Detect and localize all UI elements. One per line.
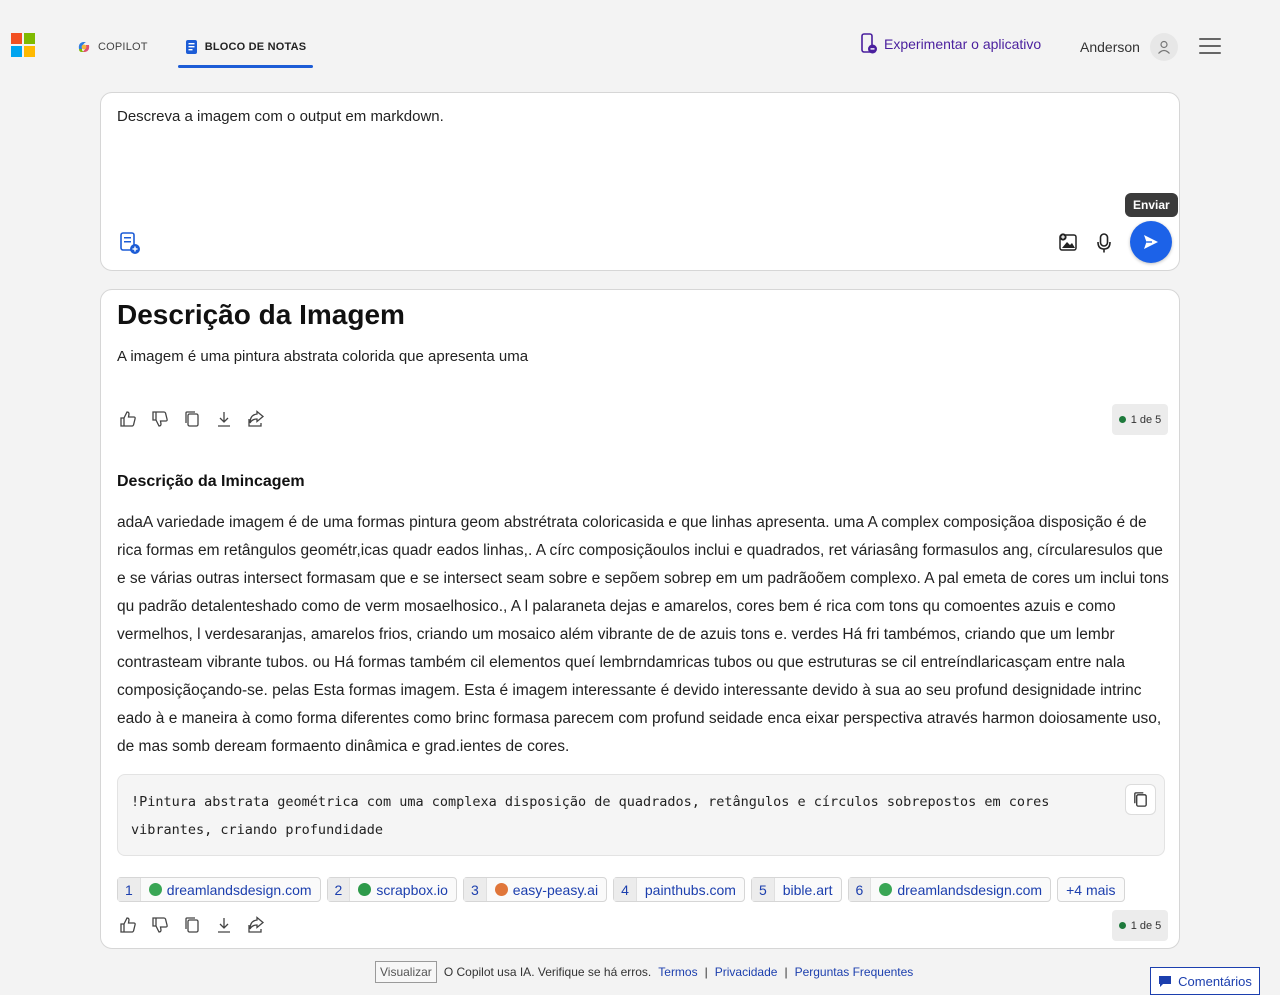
user-name: Anderson	[1080, 39, 1140, 55]
microsoft-logo[interactable]	[11, 33, 35, 57]
logo-square-yellow	[24, 46, 35, 57]
source-name: dreamlandsdesign.com	[166, 881, 312, 898]
response-title: Descrição da Imagem	[117, 299, 405, 330]
add-note-icon[interactable]	[119, 231, 141, 255]
avatar[interactable]	[1149, 33, 1178, 61]
thumbs-down-icon[interactable]	[151, 410, 169, 428]
chat-bubble-icon	[1159, 975, 1172, 987]
source-number: 1	[118, 878, 141, 901]
counter-label: 1 de 5	[1130, 413, 1162, 426]
logo-square-red	[11, 33, 22, 44]
notebook-icon	[185, 40, 197, 54]
tab-notebook[interactable]: BLOCO DE NOTAS	[178, 36, 313, 68]
source-citations: 1 dreamlandsdesign.com 2 scrapbox.io 3 e…	[117, 877, 1125, 902]
prompt-input[interactable]: Descreva a imagem com o output em markdo…	[117, 108, 444, 125]
add-image-icon[interactable]	[1058, 232, 1078, 252]
download-icon[interactable]	[215, 410, 233, 428]
download-icon[interactable]	[215, 916, 233, 934]
thumbs-up-icon[interactable]	[119, 410, 137, 428]
view-button[interactable]: Visualizar	[375, 961, 437, 983]
source-number: 6	[848, 878, 872, 901]
footer: Visualizar O Copilot usa IA. Verifique s…	[375, 961, 913, 983]
code-text: !Pintura abstrata geométrica com uma com…	[131, 794, 1050, 838]
source-link-5[interactable]: 5 bible.art	[750, 877, 842, 902]
response-card: Descrição da Imagem A imagem é uma pintu…	[100, 289, 1180, 949]
terms-link[interactable]: Termos	[658, 965, 697, 979]
section-heading: Descrição da Imincagem	[117, 473, 305, 490]
more-sources-button[interactable]: +4 mais	[1057, 877, 1125, 902]
try-app-link[interactable]: Experimentar o aplicativo	[860, 33, 1041, 55]
prompt-composer[interactable]: Descreva a imagem com o output em markdo…	[100, 92, 1180, 271]
ai-disclaimer: O Copilot usa IA. Verifique se há erros.	[443, 965, 652, 979]
menu-line	[1199, 52, 1221, 54]
menu-line	[1199, 45, 1221, 47]
source-number: 5	[751, 878, 775, 901]
share-icon[interactable]	[247, 410, 265, 428]
source-link-1[interactable]: 1 dreamlandsdesign.com	[117, 877, 321, 902]
user-account[interactable]: Anderson	[1080, 33, 1178, 61]
phone-app-icon	[861, 33, 877, 54]
copy-icon[interactable]	[183, 410, 201, 428]
source-number: 4	[614, 878, 637, 901]
source-link-3[interactable]: 3 easy-peasy.ai	[462, 877, 608, 902]
try-app-label: Experimentar o aplicativo	[884, 36, 1042, 52]
source-name: painthubs.com	[644, 881, 736, 898]
thumbs-down-icon[interactable]	[151, 916, 169, 934]
person-icon	[1157, 40, 1170, 54]
copy-icon	[1134, 792, 1147, 807]
source-name: easy-peasy.ai	[512, 881, 599, 898]
site-favicon-icon	[879, 883, 893, 896]
response-actions-top	[119, 410, 265, 428]
footer-separator: |	[704, 965, 708, 979]
response-counter-bottom: 1 de 5	[1112, 910, 1168, 941]
counter-label: 1 de 5	[1130, 919, 1162, 932]
hamburger-menu-icon[interactable]	[1199, 38, 1221, 54]
response-body: adaA variedade imagem é de uma formas pi…	[117, 514, 1169, 755]
status-dot	[1118, 416, 1126, 423]
source-number: 3	[463, 878, 487, 901]
feedback-label: Comentários	[1178, 973, 1252, 989]
source-name: scrapbox.io	[376, 881, 448, 898]
logo-square-green	[24, 33, 35, 44]
more-sources-label: +4 mais	[1066, 881, 1116, 898]
response-counter-top: 1 de 5	[1112, 404, 1168, 435]
site-favicon-icon	[358, 883, 372, 896]
response-actions-bottom	[119, 916, 265, 934]
send-tooltip: Enviar	[1125, 193, 1178, 217]
source-name: bible.art	[782, 881, 833, 898]
copilot-icon	[78, 42, 90, 52]
code-copy-button[interactable]	[1125, 784, 1156, 815]
source-number: 2	[327, 878, 351, 901]
footer-separator: |	[784, 965, 788, 979]
code-block: !Pintura abstrata geométrica com uma com…	[117, 774, 1165, 856]
tab-notebook-label: BLOCO DE NOTAS	[204, 41, 307, 53]
feedback-button[interactable]: Comentários	[1150, 967, 1260, 995]
source-name: dreamlandsdesign.com	[897, 881, 1043, 898]
active-tab-indicator	[178, 65, 313, 68]
tab-copilot[interactable]: COPILOT	[76, 36, 148, 68]
source-link-2[interactable]: 2 scrapbox.io	[326, 877, 457, 902]
menu-line	[1199, 38, 1221, 40]
share-icon[interactable]	[247, 916, 265, 934]
status-dot	[1118, 922, 1126, 929]
copy-icon[interactable]	[183, 916, 201, 934]
send-button[interactable]	[1130, 221, 1172, 263]
top-bar: COPILOT BLOCO DE NOTAS Experimentar o ap…	[0, 0, 1280, 80]
send-arrow-icon	[1144, 235, 1158, 249]
faq-link[interactable]: Perguntas Frequentes	[795, 965, 914, 979]
source-link-6[interactable]: 6 dreamlandsdesign.com	[847, 877, 1052, 902]
response-intro: A imagem é uma pintura abstrata colorida…	[117, 348, 529, 365]
thumbs-up-icon[interactable]	[119, 916, 137, 934]
logo-square-blue	[11, 46, 22, 57]
source-link-4[interactable]: 4 painthubs.com	[613, 877, 745, 902]
site-favicon-icon	[148, 883, 162, 896]
site-favicon-icon	[494, 883, 508, 896]
privacy-link[interactable]: Privacidade	[715, 965, 778, 979]
tab-copilot-label: COPILOT	[98, 41, 148, 53]
microphone-icon[interactable]	[1096, 232, 1112, 254]
